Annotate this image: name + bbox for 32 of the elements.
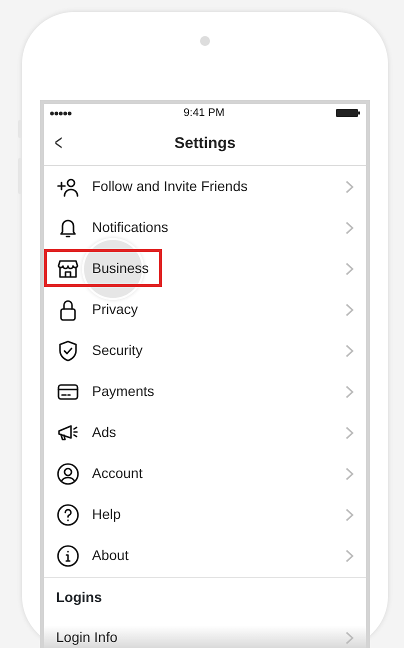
chevron-icon xyxy=(345,466,354,480)
chevron-icon xyxy=(345,344,354,358)
settings-item[interactable]: Notifications xyxy=(44,207,366,248)
section-header: Logins xyxy=(44,577,366,617)
info-icon xyxy=(56,544,80,568)
settings-item[interactable]: Security xyxy=(44,330,366,371)
screen-title: Settings xyxy=(174,134,236,154)
status-time: 9:41 PM xyxy=(184,106,224,121)
chevron-icon xyxy=(345,384,354,398)
shield-check-icon xyxy=(56,338,80,362)
settings-item[interactable]: About xyxy=(44,535,366,576)
chevron-icon xyxy=(345,548,354,562)
settings-item[interactable]: Privacy xyxy=(44,289,366,330)
battery-icon xyxy=(336,109,360,117)
chevron-icon xyxy=(345,508,354,522)
chevron-icon xyxy=(345,220,354,234)
settings-item[interactable]: Payments xyxy=(44,371,366,412)
settings-item[interactable]: Account xyxy=(44,453,366,494)
settings-item[interactable]: Follow and Invite Friends xyxy=(44,166,366,207)
settings-item[interactable]: Help xyxy=(44,494,366,535)
phone-sensor xyxy=(200,36,210,46)
settings-item[interactable]: Business xyxy=(44,248,366,289)
chevron-icon xyxy=(345,262,354,276)
help-icon xyxy=(56,502,80,526)
chevron-icon xyxy=(345,180,354,194)
chevron-icon xyxy=(345,302,354,316)
signal-icon xyxy=(50,110,72,116)
settings-item[interactable]: Ads xyxy=(44,412,366,453)
chevron-icon xyxy=(345,630,354,644)
back-button[interactable]: < xyxy=(54,132,62,154)
chevron-icon xyxy=(345,426,354,440)
account-icon xyxy=(56,462,80,486)
